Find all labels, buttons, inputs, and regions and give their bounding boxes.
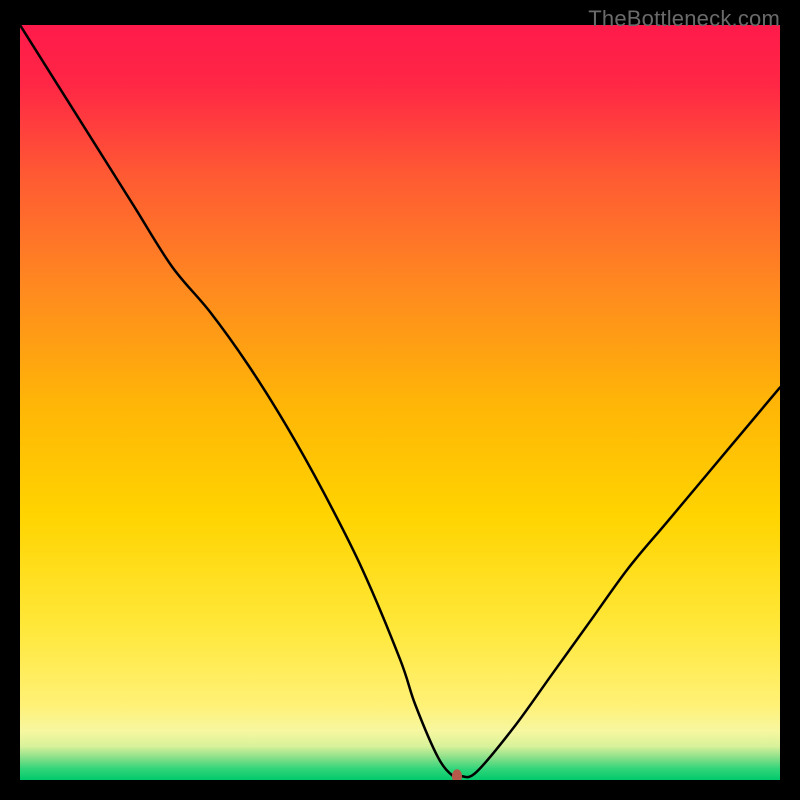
- chart-svg: [20, 25, 780, 780]
- watermark-text: TheBottleneck.com: [588, 6, 780, 32]
- chart-background-gradient: [20, 25, 780, 780]
- chart-plot-area: [20, 25, 780, 780]
